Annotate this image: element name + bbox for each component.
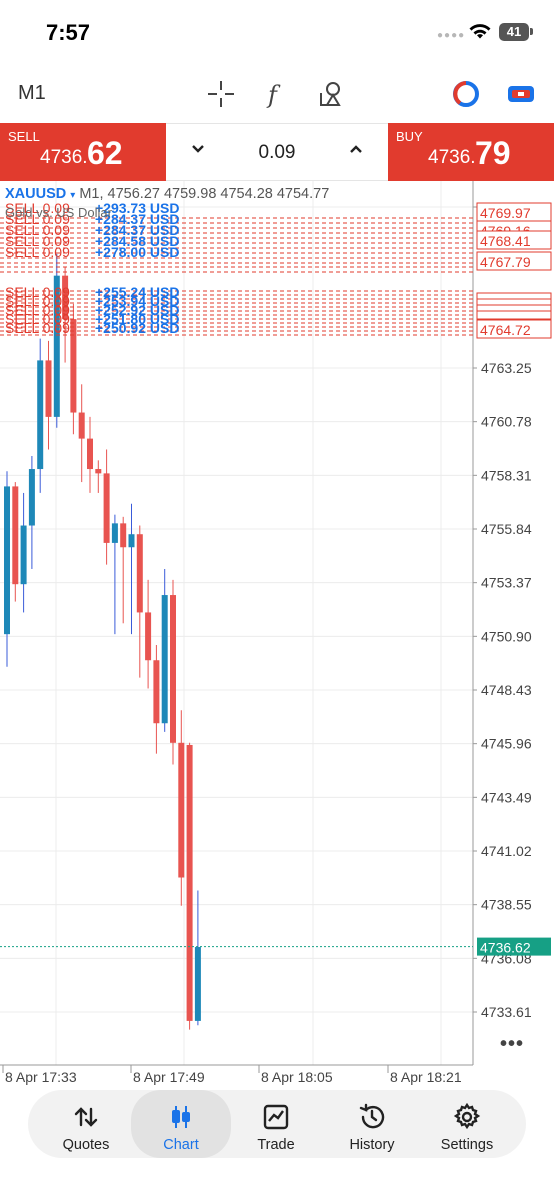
- candle-body: [170, 595, 176, 743]
- x-tick-label: 8 Apr 17:49: [133, 1069, 205, 1085]
- candle-body: [194, 947, 201, 1021]
- candle-body: [78, 412, 85, 439]
- sell-button[interactable]: SELL 4736. 62: [0, 123, 166, 181]
- chart-canvas[interactable]: 4770.664763.254760.784758.314755.844753.…: [0, 181, 554, 1090]
- order-label-sell: SELL 0.09: [5, 320, 70, 336]
- crosshair-icon[interactable]: [205, 78, 237, 110]
- y-tick-label: 4760.78: [481, 414, 532, 430]
- x-tick-label: 8 Apr 17:33: [5, 1069, 77, 1085]
- nav-chart[interactable]: Chart: [131, 1090, 231, 1158]
- candle-body: [120, 523, 127, 548]
- y-tick-label: 4750.90: [481, 628, 532, 644]
- one-click-trading-icon[interactable]: [505, 78, 537, 110]
- chevron-up-icon: [350, 145, 362, 153]
- chart-header: XAUUSD ▾ M1, 4756.27 4759.98 4754.28 475…: [5, 186, 329, 202]
- nav-trade-label: Trade: [257, 1137, 295, 1153]
- y-tick-label: 4743.49: [481, 789, 532, 805]
- svg-text:f: f: [266, 81, 281, 109]
- nav-quotes-label: Quotes: [62, 1137, 110, 1153]
- settings-icon: [453, 1103, 481, 1130]
- sell-price-pips: 62: [87, 135, 123, 171]
- nav-settings[interactable]: Settings: [417, 1090, 517, 1158]
- candle-body: [153, 660, 160, 724]
- ohlc-readout: M1, 4756.27 4759.98 4754.28 4754.77: [79, 186, 330, 202]
- order-price-label: 4764.72: [480, 322, 531, 338]
- y-tick-label: 4763.25: [481, 360, 532, 376]
- sell-price-main: 4736.: [40, 147, 88, 168]
- timeframe-button[interactable]: M1: [18, 82, 46, 105]
- order-label-profit: +250.92 USD: [95, 320, 179, 336]
- candle-body: [45, 360, 52, 417]
- nav-quotes[interactable]: Quotes: [36, 1090, 136, 1158]
- y-tick-label: 4753.37: [481, 575, 532, 591]
- current-price-label: 4736.62: [480, 940, 531, 956]
- y-tick-label: 4741.02: [481, 843, 532, 859]
- sell-label: SELL: [8, 129, 40, 144]
- buy-button[interactable]: BUY 4736. 79: [388, 123, 554, 181]
- candle-body: [111, 523, 118, 543]
- order-price-label: 4769.97: [480, 205, 531, 221]
- cellular-signal-icon: ●●●●: [437, 30, 466, 41]
- nav-history[interactable]: History: [322, 1090, 422, 1158]
- y-tick-label: 4755.84: [481, 521, 532, 537]
- trading-signals-icon[interactable]: [450, 78, 482, 110]
- candle-body: [128, 534, 135, 548]
- nav-trade[interactable]: Trade: [226, 1090, 326, 1158]
- status-bar: 7:57 ●●●● 41: [0, 0, 554, 66]
- candle-body: [87, 438, 93, 470]
- candle-body: [103, 473, 110, 543]
- chart-icon: [172, 1106, 190, 1128]
- trade-icon: [263, 1104, 289, 1130]
- candle-body: [20, 525, 27, 585]
- order-label-sell: SELL 0.09: [5, 244, 70, 260]
- x-tick-label: 8 Apr 18:05: [261, 1069, 333, 1085]
- symbol-description: Gold vs. US Dollar: [5, 205, 112, 220]
- buy-price-main: 4736.: [428, 147, 476, 168]
- candle-body: [178, 742, 185, 878]
- buy-price-pips: 79: [475, 135, 511, 171]
- more-options-icon[interactable]: •••: [500, 1033, 524, 1056]
- y-tick-label: 4738.55: [481, 897, 532, 913]
- history-icon: [359, 1103, 385, 1129]
- candle-body: [70, 319, 77, 413]
- wifi-icon: [469, 24, 491, 39]
- objects-icon[interactable]: [316, 78, 348, 110]
- nav-chart-label: Chart: [163, 1137, 199, 1153]
- candle-body: [28, 469, 35, 526]
- candle-body: [136, 534, 143, 613]
- one-click-trade-panel: SELL 4736. 62 0.09 BUY 4736. 79: [0, 123, 554, 181]
- y-tick-label: 4748.43: [481, 682, 532, 698]
- candle-body: [145, 612, 152, 661]
- battery-tip: [530, 28, 533, 35]
- candle-body: [12, 486, 19, 585]
- order-price-box-stacked: [476, 310, 552, 320]
- buy-label: BUY: [396, 129, 423, 144]
- volume-control: 0.09: [166, 123, 388, 181]
- chart-toolbar: M1 f: [0, 66, 554, 122]
- order-label-profit: +278.00 USD: [95, 244, 179, 260]
- y-tick-label: 4745.96: [481, 736, 532, 752]
- battery-icon: 41: [499, 23, 529, 41]
- order-price-label: 4768.41: [480, 233, 531, 249]
- symbol-dropdown-icon[interactable]: ▾: [70, 190, 75, 201]
- candle-body: [95, 469, 102, 474]
- symbol-selector[interactable]: XAUUSD: [5, 186, 66, 202]
- candle-body: [186, 744, 193, 1021]
- order-price-label: 4767.79: [480, 254, 531, 270]
- volume-increase-button[interactable]: [348, 141, 364, 162]
- nav-settings-label: Settings: [440, 1137, 494, 1153]
- quotes-icon: [74, 1107, 98, 1127]
- x-tick-label: 8 Apr 18:21: [390, 1069, 462, 1085]
- candle-body: [37, 360, 44, 470]
- y-tick-label: 4758.31: [481, 467, 532, 483]
- bottom-navigation: Quotes Chart Trade History Settings: [28, 1090, 526, 1158]
- clock: 7:57: [46, 20, 91, 45]
- nav-history-label: History: [349, 1137, 395, 1153]
- candle-body: [161, 595, 168, 724]
- price-chart[interactable]: 4770.664763.254760.784758.314755.844753.…: [0, 181, 554, 1090]
- candle-body: [4, 486, 10, 635]
- y-tick-label: 4733.61: [481, 1004, 532, 1020]
- indicators-icon[interactable]: f: [260, 78, 292, 110]
